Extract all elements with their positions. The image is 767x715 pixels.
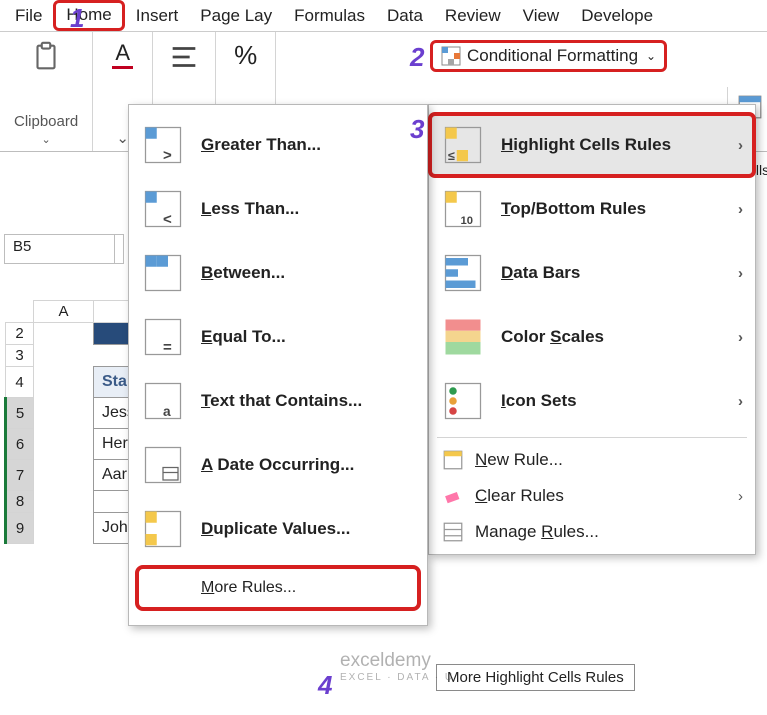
new-rule-icon: [443, 450, 463, 470]
tab-home[interactable]: Home: [53, 0, 124, 31]
percent-icon[interactable]: %: [234, 40, 257, 71]
menu-new-rule[interactable]: New Rule...: [429, 442, 755, 478]
menu-text-contains[interactable]: a Text that Contains...: [129, 369, 427, 433]
between-icon: [143, 253, 183, 293]
svg-text:<: <: [163, 211, 172, 228]
row-header[interactable]: 6: [6, 429, 34, 460]
menu-less-than[interactable]: < Less Than...: [129, 177, 427, 241]
tab-view[interactable]: View: [512, 0, 571, 31]
row-header[interactable]: 8: [6, 491, 34, 513]
greater-than-icon: >: [143, 125, 183, 165]
row-header[interactable]: 4: [6, 367, 34, 398]
data-bars-icon: [443, 253, 483, 293]
svg-text:a: a: [163, 404, 171, 419]
svg-text:=: =: [163, 339, 172, 356]
menu-highlight-cells-rules[interactable]: ≤ Highlight Cells Rules ›: [429, 113, 755, 177]
duplicate-values-icon: [143, 509, 183, 549]
top-bottom-icon: 10: [443, 189, 483, 229]
tooltip-more-highlight: More Highlight Cells Rules: [436, 664, 635, 691]
menu-equal-to[interactable]: = Equal To...: [129, 305, 427, 369]
tab-insert[interactable]: Insert: [125, 0, 190, 31]
tab-formulas[interactable]: Formulas: [283, 0, 376, 31]
menu-date-occurring[interactable]: A Date Occurring...: [129, 433, 427, 497]
row-header[interactable]: 2: [6, 323, 34, 345]
align-icon[interactable]: [167, 40, 201, 74]
svg-text:≤: ≤: [448, 149, 455, 163]
watermark: exceldemy EXCEL · DATA · U: [340, 650, 454, 683]
conditional-formatting-label: Conditional Formatting: [467, 46, 638, 66]
clipboard-icon[interactable]: [29, 40, 63, 74]
color-scales-icon: [443, 317, 483, 357]
menu-manage-rules[interactable]: Manage Rules...: [429, 514, 755, 550]
step-badge-2: 2: [410, 42, 424, 73]
icon-sets-icon: [443, 381, 483, 421]
svg-text:>: >: [163, 147, 172, 164]
text-contains-icon: a: [143, 381, 183, 421]
menu-greater-than[interactable]: > Greater Than...: [129, 113, 427, 177]
less-than-icon: <: [143, 189, 183, 229]
chevron-right-icon: ›: [738, 329, 743, 346]
svg-text:10: 10: [461, 215, 474, 227]
tab-data[interactable]: Data: [376, 0, 434, 31]
tab-review[interactable]: Review: [434, 0, 512, 31]
row-header[interactable]: 5: [6, 398, 34, 429]
col-header-a[interactable]: A: [34, 301, 94, 323]
chevron-right-icon: ›: [738, 137, 743, 154]
conditional-formatting-menu: ≤ Highlight Cells Rules › 10 Top/Bottom …: [428, 104, 756, 555]
menu-between[interactable]: Between...: [129, 241, 427, 305]
highlight-rules-icon: ≤: [443, 125, 483, 165]
step-badge-1: 1: [70, 3, 84, 34]
step-badge-3: 3: [410, 114, 424, 145]
group-clipboard: Clipboard⌄: [0, 32, 93, 151]
menu-color-scales[interactable]: Color Scales ›: [429, 305, 755, 369]
ribbon-tabs: File Home Insert Page Lay Formulas Data …: [0, 0, 767, 32]
conditional-formatting-icon: [441, 46, 461, 66]
chevron-right-icon: ›: [738, 488, 743, 505]
menu-top-bottom-rules[interactable]: 10 Top/Bottom Rules ›: [429, 177, 755, 241]
menu-data-bars[interactable]: Data Bars ›: [429, 241, 755, 305]
row-header[interactable]: 9: [6, 513, 34, 544]
chevron-right-icon: ›: [738, 265, 743, 282]
name-box[interactable]: B5: [5, 235, 115, 263]
chevron-right-icon: ›: [738, 201, 743, 218]
row-header[interactable]: 7: [6, 460, 34, 491]
formula-bar: B5: [4, 234, 124, 264]
tab-file[interactable]: File: [4, 0, 53, 31]
tab-page-layout[interactable]: Page Lay: [189, 0, 283, 31]
menu-duplicate-values[interactable]: Duplicate Values...: [129, 497, 427, 561]
menu-clear-rules[interactable]: Clear Rules ›: [429, 478, 755, 514]
chevron-right-icon: ›: [738, 393, 743, 410]
highlight-cells-submenu: > Greater Than... < Less Than... Between…: [128, 104, 428, 626]
row-header[interactable]: 3: [6, 345, 34, 367]
menu-icon-sets[interactable]: Icon Sets ›: [429, 369, 755, 433]
date-occurring-icon: [143, 445, 183, 485]
manage-rules-icon: [443, 522, 463, 542]
menu-more-rules[interactable]: More Rules...: [135, 565, 421, 611]
tab-developer[interactable]: Develope: [570, 0, 664, 31]
conditional-formatting-button[interactable]: Conditional Formatting ⌄: [430, 40, 667, 72]
clear-rules-icon: [443, 486, 463, 506]
step-badge-4: 4: [318, 670, 332, 701]
font-color-icon[interactable]: A: [112, 40, 133, 69]
clipboard-label: Clipboard: [14, 113, 78, 130]
chevron-down-icon: ⌄: [646, 49, 656, 63]
equal-to-icon: =: [143, 317, 183, 357]
